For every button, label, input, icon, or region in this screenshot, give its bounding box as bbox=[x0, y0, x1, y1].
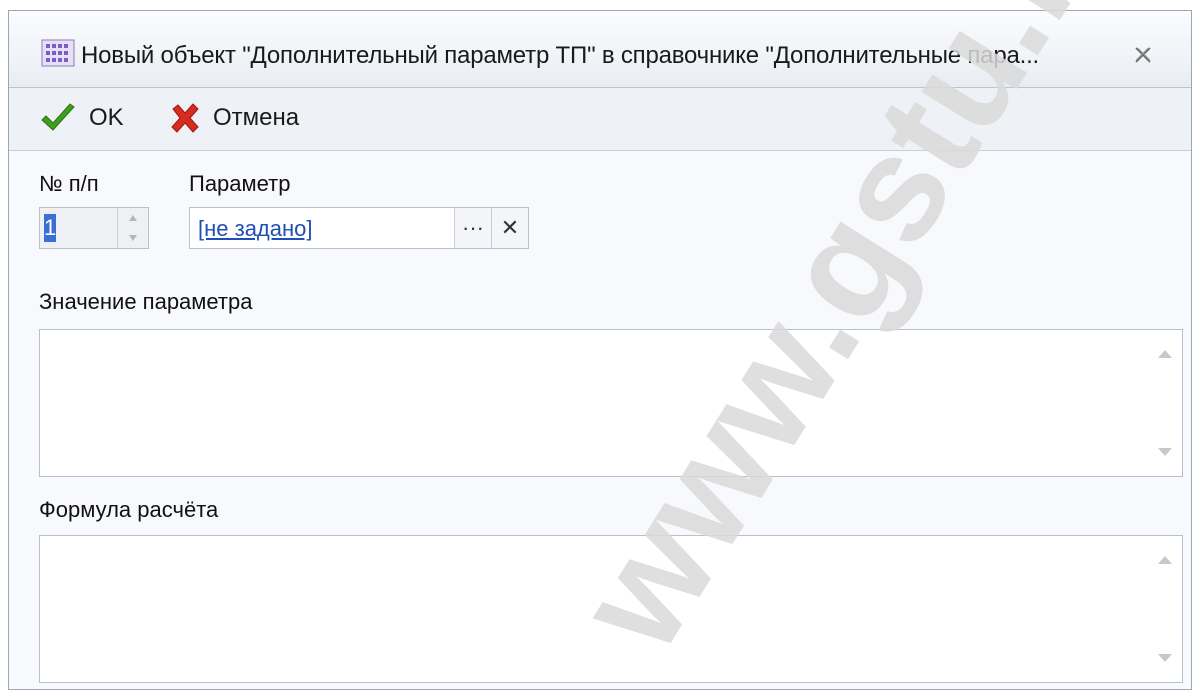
stepper-buttons bbox=[117, 208, 148, 248]
value-label: Значение параметра bbox=[39, 289, 253, 314]
scroll-down-button[interactable] bbox=[1148, 438, 1182, 466]
clear-icon: ✕ bbox=[500, 215, 520, 240]
stepper-down-button[interactable] bbox=[118, 228, 148, 248]
number-label: № п/п bbox=[39, 171, 99, 196]
window-title: Новый объект "Дополнительный параметр ТП… bbox=[81, 42, 1040, 69]
title-bar[interactable]: Новый объект "Дополнительный параметр ТП… bbox=[9, 11, 1191, 88]
formula-label: Формула расчёта bbox=[39, 497, 219, 522]
number-value[interactable]: 1 bbox=[44, 214, 56, 242]
browse-button[interactable]: ··· bbox=[454, 208, 491, 248]
scroll-up-icon bbox=[1158, 350, 1172, 358]
scroll-up-button[interactable] bbox=[1148, 340, 1182, 368]
close-button[interactable] bbox=[1129, 41, 1157, 69]
value-textarea[interactable] bbox=[39, 329, 1183, 477]
clear-button[interactable]: ✕ bbox=[491, 208, 528, 248]
scroll-down-icon bbox=[1158, 448, 1172, 456]
dialog-window: Новый объект "Дополнительный параметр ТП… bbox=[8, 10, 1192, 690]
form-area: № п/п Параметр 1 [не задано] ··· ✕ Значе… bbox=[9, 151, 1191, 689]
cancel-x-icon bbox=[171, 103, 199, 133]
toolbar: OK Отмена bbox=[9, 88, 1191, 151]
scroll-up-icon bbox=[1158, 556, 1172, 564]
number-stepper[interactable]: 1 bbox=[39, 207, 149, 249]
ok-button[interactable]: OK bbox=[39, 98, 124, 138]
scroll-up-button[interactable] bbox=[1148, 546, 1182, 574]
spin-up-icon bbox=[129, 215, 137, 221]
value-scrollbar[interactable] bbox=[1148, 330, 1182, 476]
parameter-label: Параметр bbox=[189, 171, 291, 196]
parameter-field[interactable]: [не задано] ··· ✕ bbox=[189, 207, 529, 249]
formula-textarea[interactable] bbox=[39, 535, 1183, 683]
cancel-button[interactable]: Отмена bbox=[169, 98, 299, 138]
checkmark-icon bbox=[41, 103, 75, 131]
stepper-up-button[interactable] bbox=[118, 208, 148, 228]
close-icon bbox=[1135, 47, 1151, 63]
scroll-down-button[interactable] bbox=[1148, 644, 1182, 672]
parameter-link[interactable]: [не задано] bbox=[198, 216, 313, 242]
cancel-label: Отмена bbox=[213, 104, 300, 131]
scroll-down-icon bbox=[1158, 654, 1172, 662]
app-grid-icon bbox=[41, 39, 75, 67]
spin-down-icon bbox=[129, 235, 137, 241]
ellipsis-icon: ··· bbox=[462, 215, 484, 240]
ok-label: OK bbox=[89, 104, 124, 131]
formula-scrollbar[interactable] bbox=[1148, 536, 1182, 682]
